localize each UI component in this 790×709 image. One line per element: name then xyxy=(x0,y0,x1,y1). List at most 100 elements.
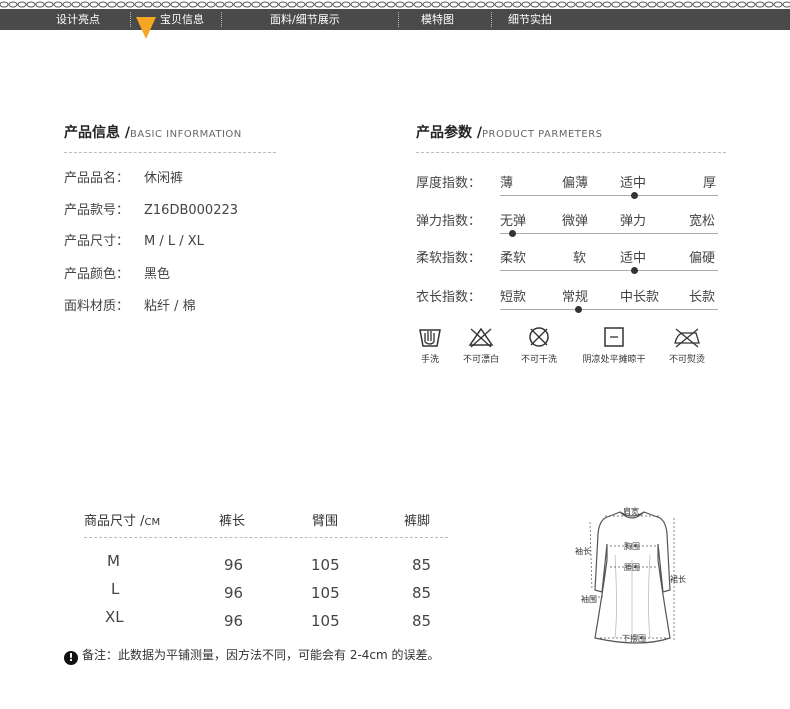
chain-link xyxy=(98,1,108,8)
chain-link xyxy=(494,1,504,8)
chain-link xyxy=(764,1,774,8)
chain-link xyxy=(620,1,630,8)
chain-link xyxy=(665,1,675,8)
top-navigation-bar: 设计亮点 宝贝信息 面料/细节展示 模特图 细节实拍 xyxy=(0,9,790,30)
chain-link xyxy=(512,1,522,8)
param-option: 长款 xyxy=(689,290,716,305)
chain-link xyxy=(584,1,594,8)
nav-tab-fabric-details[interactable]: 面料/细节展示 xyxy=(270,9,340,30)
label-chest: 胸围 xyxy=(624,541,640,551)
chain-link xyxy=(485,1,495,8)
param-label-elasticity: 弹力指数： xyxy=(416,214,482,229)
label-length: 裙长 xyxy=(670,574,686,584)
size-table-title: 商品尺寸 /CM xyxy=(84,514,161,529)
size-table-size: XL xyxy=(105,608,124,626)
param-scale-line xyxy=(500,309,718,310)
param-indicator-dot xyxy=(575,306,582,313)
size-table-divider xyxy=(84,537,448,538)
label-cuff: 袖围 xyxy=(581,594,597,604)
chain-link xyxy=(305,1,315,8)
chain-link xyxy=(170,1,180,8)
decorative-chain-border xyxy=(0,0,790,9)
size-table-cell: 96 xyxy=(224,584,244,602)
size-table-cell: 85 xyxy=(412,612,432,630)
chain-link xyxy=(296,1,306,8)
chain-link xyxy=(197,1,207,8)
chain-link xyxy=(206,1,216,8)
chain-link xyxy=(431,1,441,8)
product-params-heading: 产品参数 /PRODUCT PARMETERS xyxy=(416,125,603,141)
chain-link xyxy=(341,1,351,8)
product-params-divider xyxy=(416,152,726,153)
chain-link xyxy=(683,1,693,8)
chain-link xyxy=(134,1,144,8)
chain-link xyxy=(179,1,189,8)
param-option: 微弹 xyxy=(562,214,589,229)
nav-tab-product-info[interactable]: 宝贝信息 xyxy=(160,9,204,30)
nav-tab-detail-photos[interactable]: 细节实拍 xyxy=(508,9,552,30)
chain-link xyxy=(53,1,63,8)
param-label-thickness: 厚度指数： xyxy=(416,176,482,191)
chain-link xyxy=(125,1,135,8)
care-hand-wash: 手洗 xyxy=(414,326,446,365)
chain-link xyxy=(260,1,270,8)
param-scale-line xyxy=(500,195,718,196)
chain-link xyxy=(287,1,297,8)
care-no-bleach: 不可漂白 xyxy=(458,326,504,365)
param-option: 软 xyxy=(573,251,587,266)
chain-link xyxy=(152,1,162,8)
chain-link xyxy=(116,1,126,8)
info-row-size: 产品尺寸： M / L / XL xyxy=(64,234,204,249)
chain-link xyxy=(242,1,252,8)
chain-link xyxy=(143,1,153,8)
param-option: 宽松 xyxy=(689,214,716,229)
chain-link xyxy=(233,1,243,8)
info-row-material: 面料材质： 粘纤 / 棉 xyxy=(64,299,196,314)
chain-link xyxy=(404,1,414,8)
param-label-softness: 柔软指数： xyxy=(416,251,482,266)
chain-link xyxy=(566,1,576,8)
param-option: 适中 xyxy=(620,251,647,266)
chain-link xyxy=(575,1,585,8)
chain-link xyxy=(737,1,747,8)
chain-link xyxy=(629,1,639,8)
care-no-dry-clean: 不可干洗 xyxy=(516,326,562,365)
nav-tab-model-photos[interactable]: 模特图 xyxy=(421,9,454,30)
chain-link xyxy=(314,1,324,8)
chain-link xyxy=(395,1,405,8)
chain-link xyxy=(332,1,342,8)
size-table-col-header: 臂围 xyxy=(312,514,339,529)
measurement-note: ! 备注：此数据为平铺测量，因方法不同，可能会有 2-4cm 的误差。 xyxy=(64,646,440,665)
chain-link xyxy=(467,1,477,8)
chain-link xyxy=(413,1,423,8)
no-dry-clean-icon xyxy=(529,327,549,347)
chain-link xyxy=(539,1,549,8)
param-option: 薄 xyxy=(500,176,514,191)
chain-link xyxy=(440,1,450,8)
chain-link xyxy=(278,1,288,8)
chain-link xyxy=(350,1,360,8)
nav-tab-design-highlights[interactable]: 设计亮点 xyxy=(56,9,100,30)
nav-divider xyxy=(221,12,222,27)
size-table-cell: 96 xyxy=(224,556,244,574)
product-info-divider xyxy=(64,152,276,153)
param-indicator-dot xyxy=(631,267,638,274)
chain-link xyxy=(728,1,738,8)
chain-link xyxy=(224,1,234,8)
param-option: 厚 xyxy=(703,176,717,191)
chain-link xyxy=(782,1,790,8)
chain-link xyxy=(503,1,513,8)
param-indicator-dot xyxy=(509,230,516,237)
chain-link xyxy=(773,1,783,8)
hand-wash-icon xyxy=(419,329,441,347)
chain-link xyxy=(26,1,36,8)
product-info-heading: 产品信息 /BASIC INFORMATION xyxy=(64,125,242,141)
chain-link xyxy=(62,1,72,8)
chain-link xyxy=(548,1,558,8)
chain-link xyxy=(377,1,387,8)
chain-link xyxy=(674,1,684,8)
param-option: 常规 xyxy=(562,290,589,305)
chain-link xyxy=(593,1,603,8)
chain-link xyxy=(449,1,459,8)
nav-divider xyxy=(130,12,131,27)
